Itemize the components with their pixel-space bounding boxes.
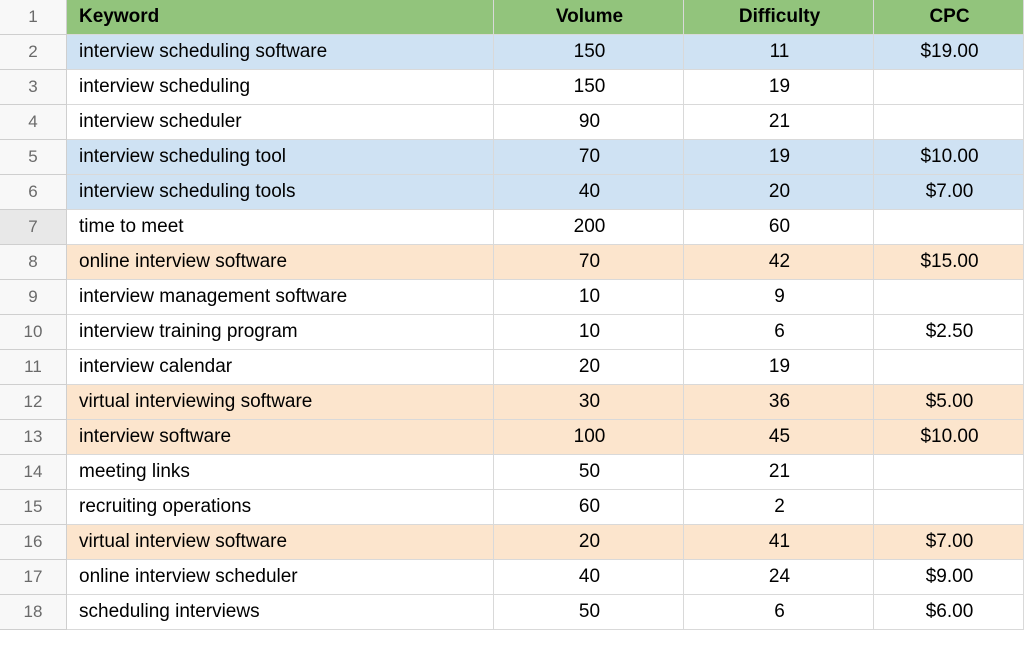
cell-cpc[interactable] <box>874 70 1024 105</box>
cell-cpc[interactable]: $9.00 <box>874 560 1024 595</box>
cell-cpc[interactable] <box>874 490 1024 525</box>
cell-keyword[interactable]: interview scheduling tool <box>67 140 494 175</box>
cell-difficulty[interactable]: 9 <box>684 280 874 315</box>
cell-cpc[interactable]: $6.00 <box>874 595 1024 630</box>
cell-difficulty[interactable]: 21 <box>684 455 874 490</box>
cell-difficulty[interactable]: 2 <box>684 490 874 525</box>
cell-difficulty[interactable]: 60 <box>684 210 874 245</box>
cell-keyword[interactable]: interview calendar <box>67 350 494 385</box>
cell-volume[interactable]: 70 <box>494 140 684 175</box>
cell-cpc[interactable]: $10.00 <box>874 140 1024 175</box>
column-header-cpc[interactable]: CPC <box>874 0 1024 35</box>
cell-difficulty[interactable]: 19 <box>684 350 874 385</box>
cell-volume[interactable]: 70 <box>494 245 684 280</box>
row-number[interactable]: 11 <box>0 350 67 385</box>
cell-keyword[interactable]: virtual interview software <box>67 525 494 560</box>
cell-difficulty[interactable]: 6 <box>684 595 874 630</box>
cell-difficulty[interactable]: 41 <box>684 525 874 560</box>
column-header-volume[interactable]: Volume <box>494 0 684 35</box>
cell-keyword[interactable]: interview training program <box>67 315 494 350</box>
cell-volume[interactable]: 20 <box>494 525 684 560</box>
cell-cpc[interactable]: $10.00 <box>874 420 1024 455</box>
row-number[interactable]: 6 <box>0 175 67 210</box>
cell-cpc[interactable]: $7.00 <box>874 175 1024 210</box>
cell-difficulty[interactable]: 42 <box>684 245 874 280</box>
row-number[interactable]: 17 <box>0 560 67 595</box>
cell-keyword[interactable]: online interview scheduler <box>67 560 494 595</box>
cell-volume[interactable]: 40 <box>494 175 684 210</box>
cell-keyword[interactable]: interview scheduler <box>67 105 494 140</box>
cell-volume[interactable]: 100 <box>494 420 684 455</box>
row-number[interactable]: 9 <box>0 280 67 315</box>
cell-volume[interactable]: 150 <box>494 35 684 70</box>
cell-volume[interactable]: 150 <box>494 70 684 105</box>
row-number[interactable]: 10 <box>0 315 67 350</box>
cell-cpc[interactable] <box>874 210 1024 245</box>
cell-difficulty[interactable]: 21 <box>684 105 874 140</box>
row-number[interactable]: 2 <box>0 35 67 70</box>
row-number[interactable]: 5 <box>0 140 67 175</box>
row-number[interactable]: 1 <box>0 0 67 35</box>
cell-volume[interactable]: 200 <box>494 210 684 245</box>
cell-keyword[interactable]: interview software <box>67 420 494 455</box>
row-number[interactable]: 4 <box>0 105 67 140</box>
row-number[interactable]: 7 <box>0 210 67 245</box>
cell-volume[interactable]: 90 <box>494 105 684 140</box>
row-number[interactable]: 3 <box>0 70 67 105</box>
cell-cpc[interactable]: $2.50 <box>874 315 1024 350</box>
row-number[interactable]: 13 <box>0 420 67 455</box>
cell-keyword[interactable]: online interview software <box>67 245 494 280</box>
cell-difficulty[interactable]: 19 <box>684 140 874 175</box>
cell-cpc[interactable]: $19.00 <box>874 35 1024 70</box>
cell-difficulty[interactable]: 19 <box>684 70 874 105</box>
cell-volume[interactable]: 20 <box>494 350 684 385</box>
cell-keyword[interactable]: interview management software <box>67 280 494 315</box>
cell-volume[interactable]: 10 <box>494 280 684 315</box>
cell-cpc[interactable] <box>874 455 1024 490</box>
cell-keyword[interactable]: interview scheduling software <box>67 35 494 70</box>
cell-volume[interactable]: 50 <box>494 595 684 630</box>
cell-cpc[interactable]: $7.00 <box>874 525 1024 560</box>
row-number[interactable]: 12 <box>0 385 67 420</box>
cell-volume[interactable]: 10 <box>494 315 684 350</box>
cell-volume[interactable]: 60 <box>494 490 684 525</box>
cell-difficulty[interactable]: 24 <box>684 560 874 595</box>
row-number[interactable]: 14 <box>0 455 67 490</box>
cell-keyword[interactable]: meeting links <box>67 455 494 490</box>
row-number[interactable]: 16 <box>0 525 67 560</box>
cell-keyword[interactable]: recruiting operations <box>67 490 494 525</box>
cell-difficulty[interactable]: 11 <box>684 35 874 70</box>
cell-keyword[interactable]: virtual interviewing software <box>67 385 494 420</box>
cell-cpc[interactable] <box>874 280 1024 315</box>
column-header-keyword[interactable]: Keyword <box>67 0 494 35</box>
cell-keyword[interactable]: interview scheduling tools <box>67 175 494 210</box>
cell-volume[interactable]: 30 <box>494 385 684 420</box>
row-number[interactable]: 8 <box>0 245 67 280</box>
cell-keyword[interactable]: scheduling interviews <box>67 595 494 630</box>
cell-difficulty[interactable]: 6 <box>684 315 874 350</box>
cell-volume[interactable]: 40 <box>494 560 684 595</box>
cell-keyword[interactable]: interview scheduling <box>67 70 494 105</box>
cell-difficulty[interactable]: 20 <box>684 175 874 210</box>
column-header-difficulty[interactable]: Difficulty <box>684 0 874 35</box>
cell-cpc[interactable] <box>874 105 1024 140</box>
cell-difficulty[interactable]: 36 <box>684 385 874 420</box>
spreadsheet[interactable]: 1 Keyword Volume Difficulty CPC 2intervi… <box>0 0 1024 630</box>
cell-volume[interactable]: 50 <box>494 455 684 490</box>
cell-cpc[interactable] <box>874 350 1024 385</box>
cell-cpc[interactable]: $15.00 <box>874 245 1024 280</box>
row-number[interactable]: 15 <box>0 490 67 525</box>
cell-difficulty[interactable]: 45 <box>684 420 874 455</box>
cell-cpc[interactable]: $5.00 <box>874 385 1024 420</box>
cell-keyword[interactable]: time to meet <box>67 210 494 245</box>
row-number[interactable]: 18 <box>0 595 67 630</box>
